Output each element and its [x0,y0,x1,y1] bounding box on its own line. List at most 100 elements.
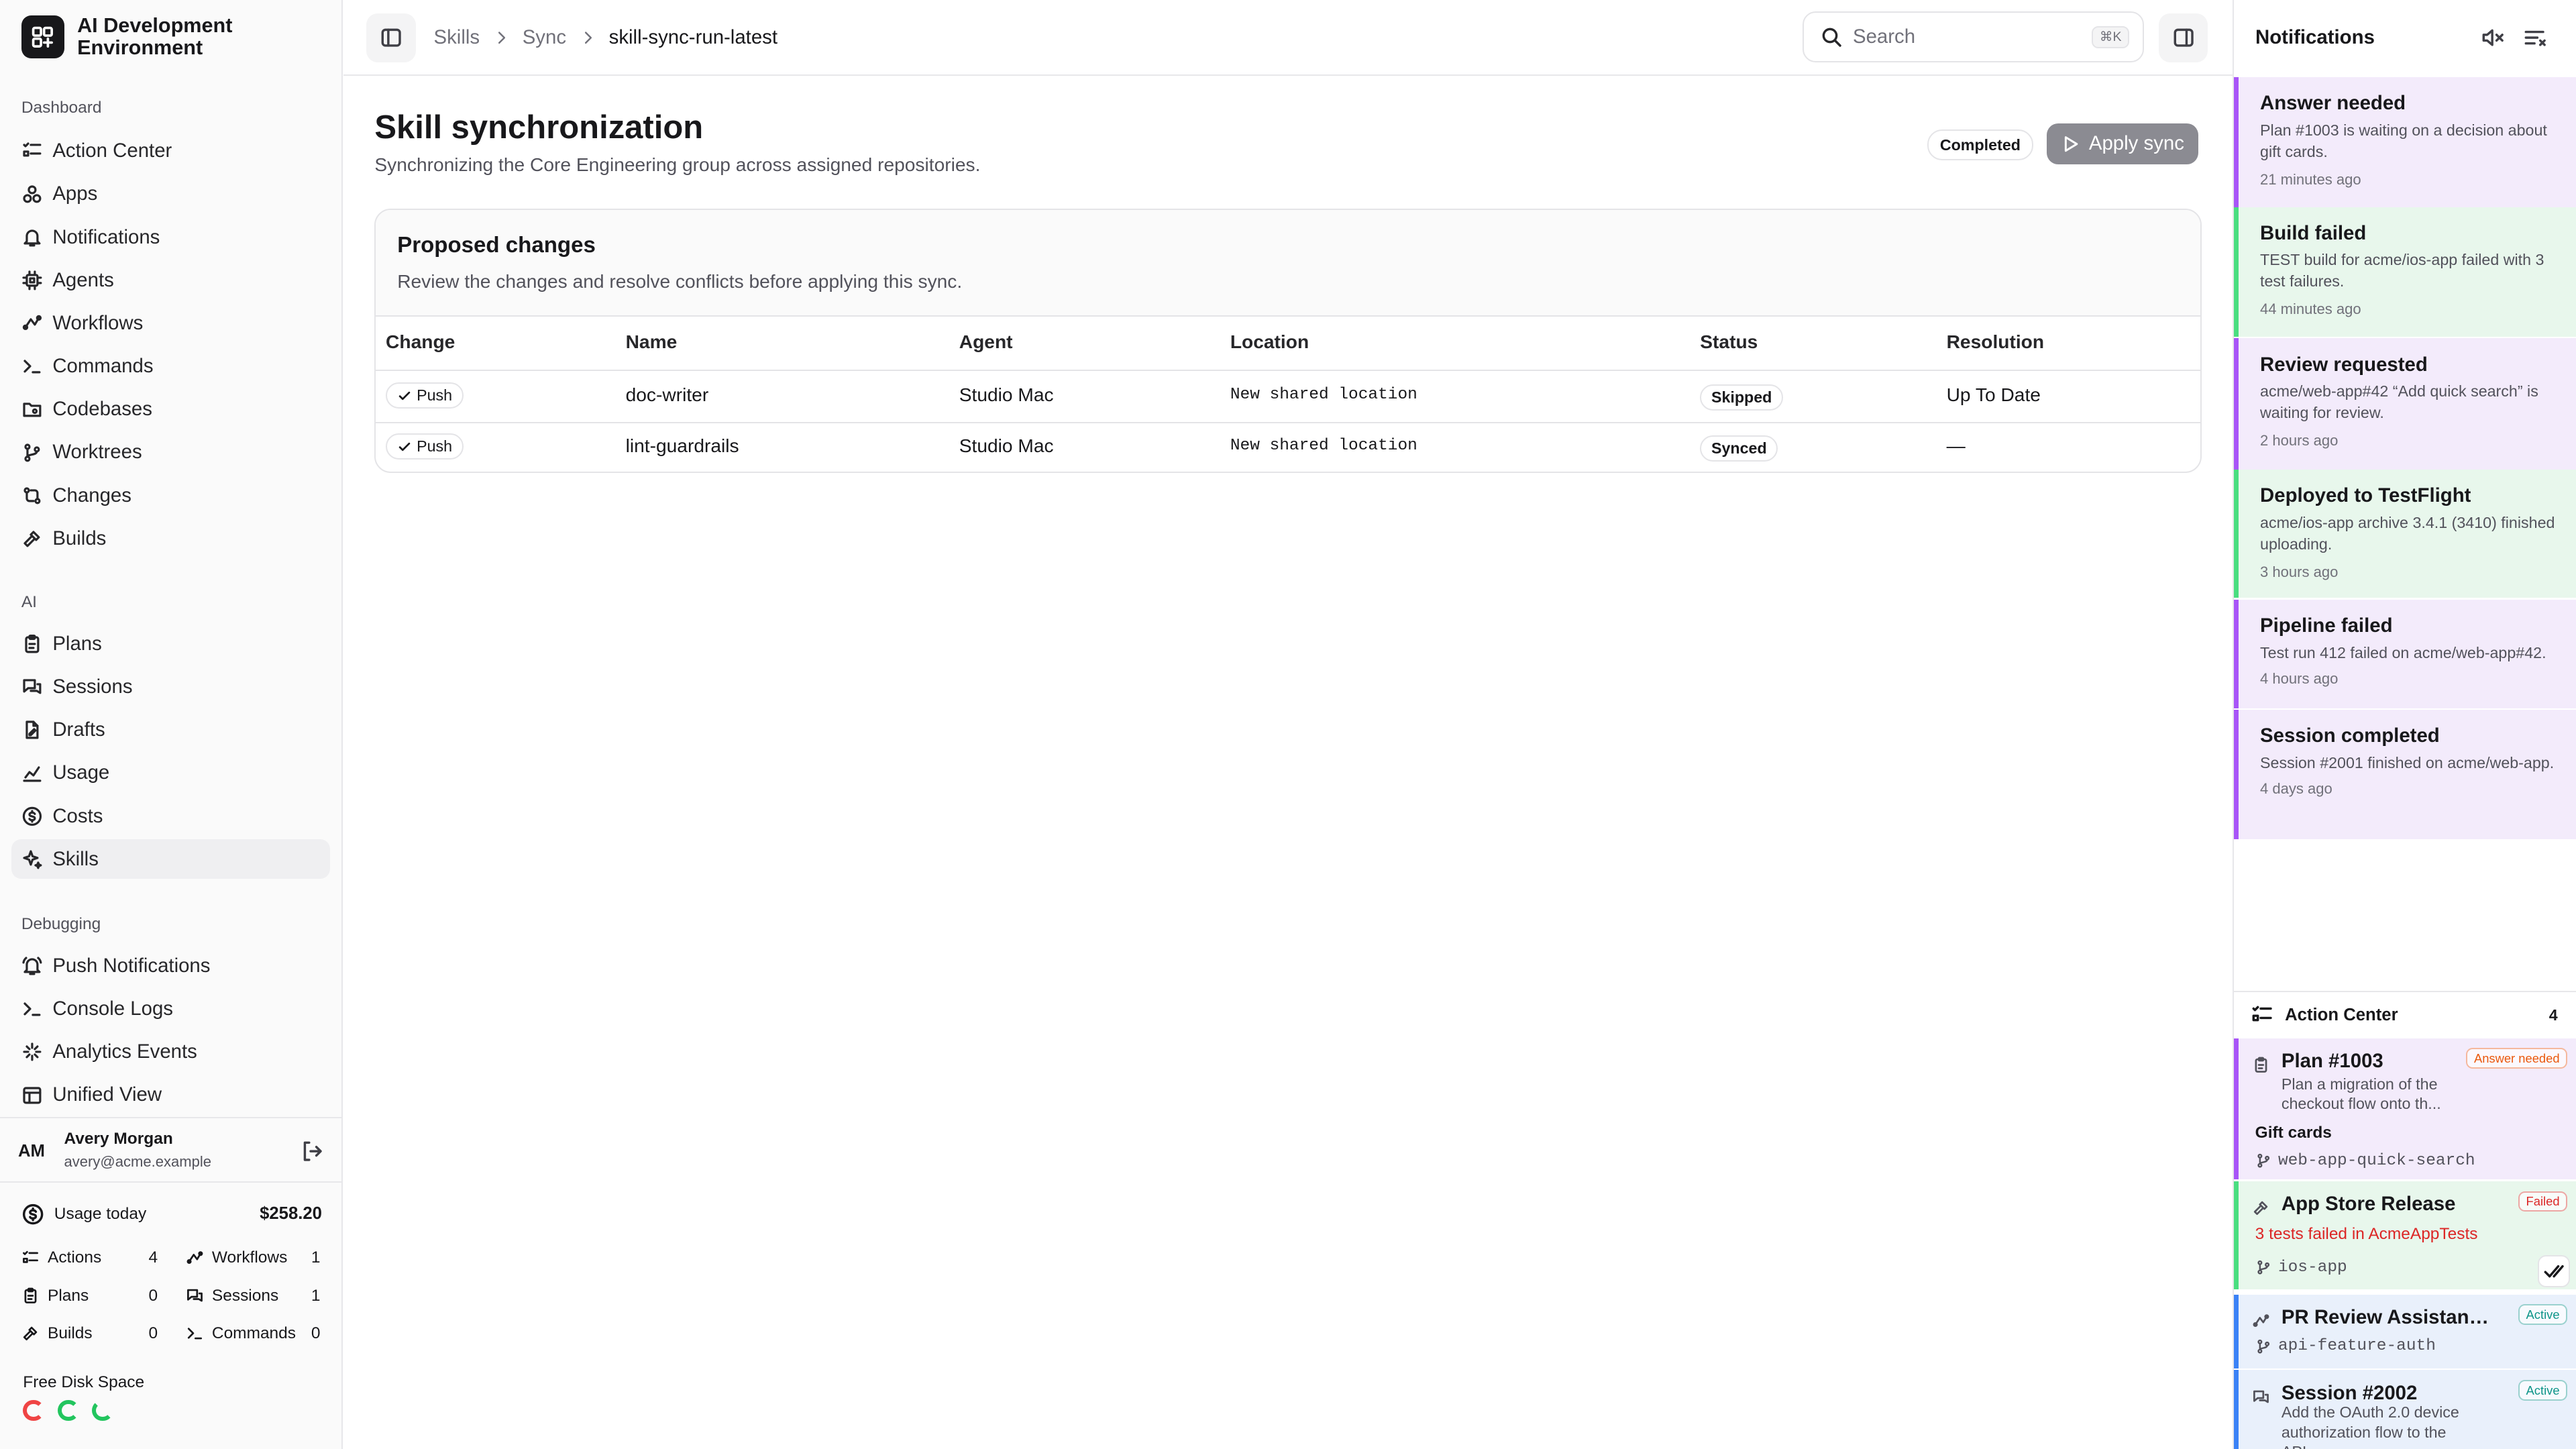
notification-item[interactable]: Pipeline failed Test run 412 failed on ac… [2234,599,2576,708]
sidebar-item-worktrees[interactable]: Worktrees [11,433,330,472]
stat-commands[interactable]: Commands [186,1324,296,1343]
sidebar-item-builds[interactable]: Builds [11,519,330,558]
usage-value: $258.20 [260,1204,322,1224]
sidebar-item-action-center[interactable]: Action Center [11,131,330,171]
breadcrumb-current: skill-sync-run-latest [608,26,778,49]
messages-icon [186,1289,203,1302]
notification-item[interactable]: Deployed to TestFlight acme/ios-app archi… [2234,470,2576,598]
user-profile: AM Avery Morgan avery@acme.example [0,1117,342,1183]
clear-all-icon[interactable] [2523,26,2546,56]
stat-actions[interactable]: Actions [21,1248,101,1267]
sidebar-item-analytics-events[interactable]: Analytics Events [11,1032,330,1072]
action-center-header[interactable]: Action Center 4 [2234,990,2576,1038]
action-title: Session #2002 [2281,1381,2418,1404]
sidebar-item-workflows[interactable]: Workflows [11,304,330,343]
sidebar-item-console-logs[interactable]: Console Logs [11,989,330,1029]
terminal-icon [187,1328,202,1340]
sidebar-item-notifications[interactable]: Notifications [11,217,330,257]
hammer-icon [23,1327,38,1341]
sidebar-item-label: Unified View [52,1083,162,1106]
column-header-name: Name [625,331,678,353]
clipboard-icon [25,635,40,653]
sidebar-item-label: Usage [52,761,110,784]
brand[interactable]: AI Development Environment [21,15,274,59]
branch: ios-app [2255,1258,2347,1277]
notification-item[interactable]: Session completed Session #2001 finished … [2234,709,2576,840]
stat-workflows[interactable]: Workflows [186,1248,287,1267]
sidebar-item-commands[interactable]: Commands [11,347,330,386]
stat-plans[interactable]: Plans [21,1287,89,1305]
table-row[interactable] [376,422,2200,472]
apply-sync-label: Apply sync [2088,132,2184,155]
sidebar-item-label: Agents [52,268,114,291]
notification-time: 21 minutes ago [2260,170,2361,188]
sidebar-item-label: Changes [52,484,131,506]
sidebar-item-agents[interactable]: Agents [11,260,330,300]
search-shortcut: ⌘K [2092,25,2130,48]
mark-done-button[interactable] [2537,1255,2570,1288]
sidebar-item-push-notifications[interactable]: Push Notifications [11,947,330,986]
notification-item[interactable]: Review requested acme/web-app#42 “Add qui… [2234,338,2576,470]
sidebar-item-label: Worktrees [52,441,142,464]
user-email: avery@acme.example [64,1152,212,1170]
action-center-item[interactable]: Plan #1003 Answer needed Plan a migration … [2234,1038,2576,1180]
sidebar-item-codebases[interactable]: Codebases [11,390,330,429]
column-header-location: Location [1230,331,1309,353]
mute-icon[interactable] [2481,26,2504,56]
sidebar-item-apps[interactable]: Apps [11,174,330,214]
action-center-item[interactable]: App Store Release Failed 3 tests failed in… [2234,1181,2576,1290]
chevron-right-icon [584,32,592,44]
notification-item[interactable]: Build failed TEST build for acme/ios-app … [2234,207,2576,337]
action-center-item[interactable]: Session #2002 Active Add the OAuth 2.0 dev… [2234,1370,2576,1449]
sidebar-item-usage[interactable]: Usage [11,753,330,793]
sidebar-item-skills[interactable]: Skills [11,839,331,879]
action-description: Add the OAuth 2.0 device authorization f… [2281,1403,2459,1449]
sidebar-toggle-button[interactable] [366,13,416,63]
table-row[interactable] [376,371,2200,422]
sidebar-item-costs[interactable]: Costs [11,796,330,836]
notifications-panel-toggle-button[interactable] [2158,13,2208,63]
action-title: App Store Release [2281,1192,2456,1215]
stat-value: 0 [311,1324,321,1342]
breadcrumb: Skills Sync skill-sync-run-latest [434,26,778,49]
breadcrumb-skills[interactable]: Skills [434,26,480,49]
notification-description: acme/ios-app archive 3.4.1 (3410) finish… [2260,514,2555,553]
notification-title: Pipeline failed [2260,614,2393,637]
sidebar-item-sessions[interactable]: Sessions [11,667,330,707]
branch: web-app-quick-search [2255,1152,2475,1170]
workflow-icon [2252,1307,2270,1337]
card-subtitle: Review the changes and resolve conflicts… [397,270,963,292]
sidebar-item-changes[interactable]: Changes [11,476,330,515]
logout-icon[interactable] [301,1140,323,1169]
notification-time: 44 minutes ago [2260,301,2361,318]
breadcrumb-sync[interactable]: Sync [523,26,566,49]
action-description: 3 tests failed in AcmeAppTests [2255,1224,2478,1243]
search-input[interactable]: Search ⌘K [1802,11,2144,63]
action-status-badge: Answer needed [2466,1048,2568,1069]
action-title: PR Review Assistant #4... [2281,1305,2492,1328]
card-header: Proposed changes Review the changes and … [376,210,2200,317]
notification-title: Deployed to TestFlight [2260,484,2471,507]
sidebar-toggle-icon [381,28,401,47]
terminal-icon [23,1002,41,1016]
check-double-icon [2544,1265,2564,1278]
notification-time: 2 hours ago [2260,432,2339,449]
chevron-right-icon [498,32,505,44]
list-checks-icon [2252,1006,2272,1022]
action-center-item[interactable]: PR Review Assistant #4... Active api-featu… [2234,1294,2576,1368]
stat-label: Builds [48,1324,93,1342]
sidebar-item-plans[interactable]: Plans [11,625,330,664]
notification-title: Build failed [2260,221,2367,244]
layout-icon [23,1086,42,1104]
branch-icon [2257,1339,2269,1354]
apply-sync-button[interactable]: Apply sync [2047,123,2198,164]
sidebar-item-unified-view[interactable]: Unified View [11,1075,330,1115]
notification-item[interactable]: Answer needed Plan #1003 is waiting on a … [2234,77,2576,207]
stat-builds[interactable]: Builds [21,1324,93,1343]
branch-icon [2257,1260,2269,1275]
stat-sessions[interactable]: Sessions [186,1287,278,1305]
sidebar-item-label: Commands [52,355,154,378]
disk-usage-ring [23,1399,45,1421]
sidebar-item-label: Action Center [52,140,172,162]
sidebar-item-drafts[interactable]: Drafts [11,710,330,750]
